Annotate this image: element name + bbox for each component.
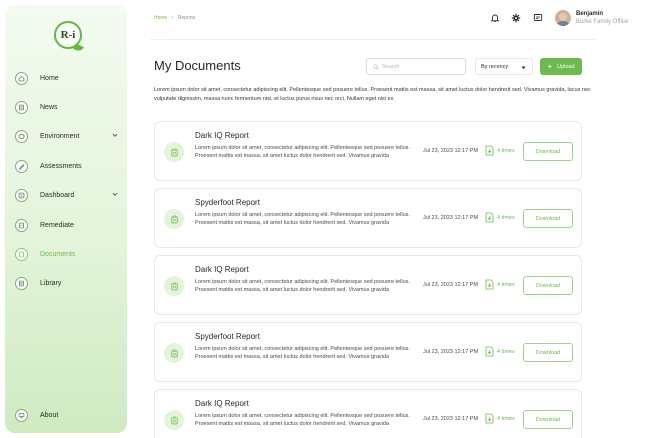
download-count: 4 times	[485, 145, 515, 156]
download-button[interactable]: Download	[523, 410, 573, 429]
document-date: Jul 23, 2023 12:17 PM	[423, 148, 479, 154]
file-download-icon	[485, 145, 494, 156]
file-download-icon	[485, 279, 494, 290]
document-date: Jul 23, 2023 12:17 PM	[423, 416, 479, 422]
sidebar-item-label: Assessments	[40, 162, 82, 170]
download-count-text: 4 times	[497, 281, 515, 288]
document-title[interactable]: Spyderfoot Report	[195, 198, 260, 207]
document-title[interactable]: Dark IQ Report	[195, 399, 249, 408]
document-card: Dark IQ Report Lorem ipsum dolor sit ame…	[154, 389, 582, 438]
document-description: Lorem ipsum dolor sit amet, consectetur …	[195, 279, 410, 293]
documents-icon	[15, 247, 28, 261]
sidebar-item-label: Environment	[40, 132, 80, 140]
file-download-icon	[485, 212, 494, 223]
intro-text: Lorem ipsum dolor sit amet, consectetur …	[154, 87, 591, 102]
chevron-down-icon[interactable]	[111, 131, 119, 139]
document-card: Dark IQ Report Lorem ipsum dolor sit ame…	[154, 255, 582, 315]
sidebar-item-label: News	[40, 103, 58, 111]
chevron-down-icon[interactable]	[111, 190, 119, 198]
download-button[interactable]: Download	[523, 142, 573, 161]
file-download-icon	[485, 346, 494, 357]
caret-down-icon	[521, 66, 526, 69]
assessments-icon	[15, 159, 28, 173]
sidebar: R-i Home News Environment Assessments Da…	[5, 5, 127, 433]
search-input[interactable]	[382, 63, 462, 70]
settings-icon[interactable]	[511, 13, 521, 23]
breadcrumb-separator: ›	[171, 15, 174, 21]
document-description: Lorem ipsum dolor sit amet, consectetur …	[195, 212, 410, 226]
download-button[interactable]: Download	[523, 209, 573, 228]
clipboard-icon	[164, 142, 184, 162]
plus-icon: +	[547, 61, 553, 71]
document-date: Jul 23, 2023 12:17 PM	[423, 282, 479, 288]
user-name: Benjamin	[576, 11, 604, 17]
sidebar-item-label: Library	[40, 279, 62, 287]
download-count: 4 times	[485, 212, 515, 223]
message-icon[interactable]	[533, 13, 543, 23]
sidebar-item-assessments[interactable]: Assessments	[11, 156, 125, 176]
sort-value: By recency	[481, 63, 509, 70]
sidebar-item-about[interactable]: About	[11, 405, 125, 425]
document-card: Spyderfoot Report Lorem ipsum dolor sit …	[154, 322, 582, 382]
page-title: My Documents	[154, 58, 241, 73]
clipboard-icon	[164, 410, 184, 430]
download-count: 4 times	[485, 279, 515, 290]
download-count-text: 4 times	[497, 147, 515, 154]
download-count-text: 4 times	[497, 214, 515, 221]
document-date: Jul 23, 2023 12:17 PM	[423, 349, 479, 355]
download-count: 4 times	[485, 346, 515, 357]
sidebar-item-dashboard[interactable]: Dashboard	[11, 185, 125, 205]
remediate-icon	[15, 218, 28, 232]
environment-icon	[15, 129, 28, 143]
clipboard-icon	[164, 343, 184, 363]
download-count: 4 times	[485, 413, 515, 424]
sidebar-item-label: About	[40, 411, 59, 419]
search-icon	[373, 63, 379, 70]
sidebar-item-documents[interactable]: Documents	[11, 244, 125, 264]
document-description: Lorem ipsum dolor sit amet, consectetur …	[195, 346, 410, 360]
library-icon	[15, 276, 28, 290]
document-card: Spyderfoot Report Lorem ipsum dolor sit …	[154, 188, 582, 248]
breadcrumb: Home › Reports	[154, 15, 195, 21]
download-count-text: 4 times	[497, 415, 515, 422]
sidebar-item-label: Dashboard	[40, 191, 75, 199]
sidebar-item-label: Documents	[40, 250, 76, 258]
download-button[interactable]: Download	[523, 276, 573, 295]
sidebar-item-remediate[interactable]: Remediate	[11, 215, 125, 235]
clipboard-icon	[164, 276, 184, 296]
sidebar-item-library[interactable]: Library	[11, 273, 125, 293]
breadcrumb-home[interactable]: Home	[154, 15, 167, 21]
clipboard-icon	[164, 209, 184, 229]
sort-select[interactable]: By recency	[475, 58, 533, 75]
upload-label: Upload	[557, 63, 575, 70]
download-button[interactable]: Download	[523, 343, 573, 362]
download-count-text: 4 times	[497, 348, 515, 355]
sidebar-item-news[interactable]: News	[11, 97, 125, 117]
document-description: Lorem ipsum dolor sit amet, consectetur …	[195, 145, 410, 159]
document-description: Lorem ipsum dolor sit amet, consectetur …	[195, 413, 410, 427]
sidebar-item-label: Remediate	[40, 221, 74, 229]
file-download-icon	[485, 413, 494, 424]
user-org: Burke Family Office	[576, 19, 629, 25]
dashboard-icon	[15, 188, 28, 202]
monitor-icon	[15, 408, 28, 422]
news-icon	[15, 100, 28, 114]
breadcrumb-current: Reports	[177, 15, 196, 21]
upload-button[interactable]: + Upload	[540, 58, 582, 75]
sidebar-item-home[interactable]: Home	[11, 68, 125, 88]
avatar[interactable]	[555, 10, 571, 26]
home-icon	[15, 71, 28, 85]
document-title[interactable]: Dark IQ Report	[195, 265, 249, 274]
search-box[interactable]	[366, 58, 466, 75]
sidebar-item-environment[interactable]: Environment	[11, 126, 125, 146]
logo-text: R-i	[60, 29, 76, 41]
logo[interactable]: R-i	[54, 21, 84, 53]
bell-icon[interactable]	[490, 13, 500, 23]
document-title[interactable]: Spyderfoot Report	[195, 332, 260, 341]
document-title[interactable]: Dark IQ Report	[195, 131, 249, 140]
document-date: Jul 23, 2023 12:17 PM	[423, 215, 479, 221]
document-card: Dark IQ Report Lorem ipsum dolor sit ame…	[154, 121, 582, 181]
sidebar-item-label: Home	[40, 74, 59, 82]
header-divider	[150, 39, 595, 40]
